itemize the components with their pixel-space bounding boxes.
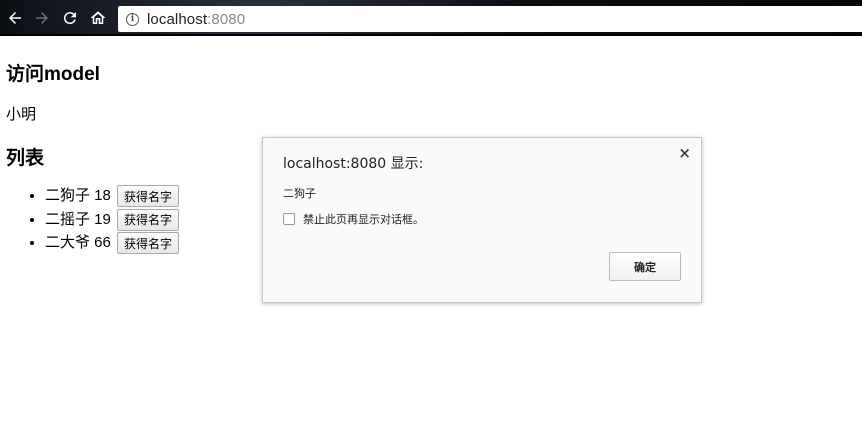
suppress-dialogs-label[interactable]: 禁止此页再显示对话框。	[303, 211, 424, 227]
list-item-label: 二狗子 18	[45, 187, 111, 204]
model-name-text: 小明	[6, 106, 37, 123]
list-title: 列表	[6, 148, 45, 169]
alert-dialog: localhost:8080 显示: × 二狗子 禁止此页再显示对话框。 确定	[262, 137, 702, 303]
get-name-button[interactable]: 获得名字	[117, 185, 180, 208]
list-item: 二摇子 19 获得名字	[45, 208, 180, 232]
list-item: 二狗子 18 获得名字	[45, 184, 180, 208]
dialog-title: localhost:8080 显示:	[283, 156, 424, 172]
arrow-left-icon[interactable]	[4, 7, 26, 29]
url-text[interactable]: localhost:8080	[147, 11, 245, 28]
people-list: 二狗子 18 获得名字 二摇子 19 获得名字 二大爷 66 获得名字	[0, 184, 180, 255]
get-name-button[interactable]: 获得名字	[117, 232, 180, 255]
address-bar[interactable]: i localhost:8080	[118, 6, 862, 32]
dialog-message: 二狗子	[283, 187, 316, 200]
arrow-right-icon[interactable]	[31, 7, 53, 29]
list-item: 二大爷 66 获得名字	[45, 231, 180, 255]
ok-button[interactable]: 确定	[609, 252, 681, 281]
info-icon[interactable]: i	[126, 12, 139, 26]
url-host: localhost	[147, 10, 208, 28]
get-name-button[interactable]: 获得名字	[117, 208, 180, 231]
close-icon[interactable]: ×	[678, 144, 691, 162]
page-title: 访问model	[6, 64, 100, 85]
suppress-dialogs-option[interactable]: 禁止此页再显示对话框。	[283, 211, 424, 227]
list-item-label: 二摇子 19	[45, 210, 111, 228]
list-item-label: 二大爷 66	[45, 234, 111, 251]
url-port: :8080	[207, 10, 246, 28]
home-icon[interactable]	[87, 7, 109, 29]
browser-toolbar: i localhost:8080	[0, 0, 862, 36]
suppress-dialogs-checkbox[interactable]	[283, 213, 295, 225]
reload-icon[interactable]	[59, 7, 81, 29]
